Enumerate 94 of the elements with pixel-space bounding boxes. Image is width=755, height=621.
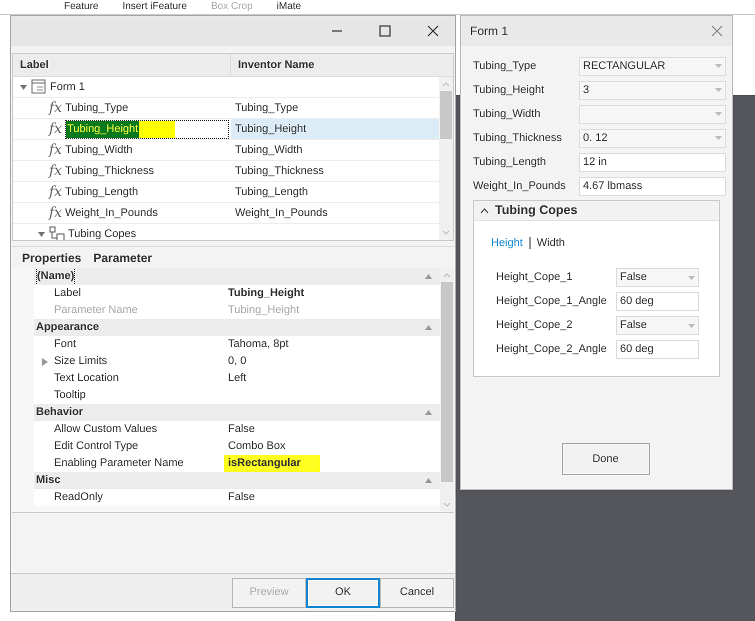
column-header[interactable]: Label [13, 54, 231, 76]
field-label: Height_Cope_2 [496, 318, 574, 334]
scroll-up-icon [443, 272, 451, 278]
property-name: Label [54, 286, 81, 302]
property-name: Edit Control Type [54, 439, 138, 454]
category-header[interactable]: Behavior [36, 404, 84, 421]
input-field[interactable]: 60 deg [616, 292, 699, 311]
close-icon [427, 25, 439, 37]
field-label: Tubing_Height [473, 82, 546, 98]
field-label: Tubing_Width [473, 106, 542, 122]
ribbon-button[interactable]: iMate [276, 2, 302, 12]
property-value[interactable]: False [228, 489, 255, 506]
dropdown[interactable]: False [616, 316, 699, 335]
dropdown-caret-icon [688, 324, 695, 328]
label-input[interactable]: Tubing_Height [65, 120, 229, 138]
function-icon: fx [49, 185, 62, 199]
tree-item[interactable]: Tubing_Width [65, 142, 133, 158]
table-cell-text: Tubing_Width [234, 142, 304, 158]
tab[interactable]: Width [536, 235, 565, 252]
property-value[interactable]: False [228, 421, 255, 438]
table-cell: Tubing_Height [231, 119, 439, 139]
dropdown-caret-icon [715, 88, 722, 92]
tree-item[interactable]: Tubing_Length [65, 184, 138, 200]
function-icon: fx [49, 101, 62, 115]
property-name: Size Limits [54, 354, 108, 370]
tab[interactable]: Height [491, 235, 523, 252]
function-icon: fx [49, 122, 62, 136]
tree-item[interactable]: Tubing Copes [68, 226, 136, 240]
property-value[interactable]: Tubing_Height [228, 285, 304, 302]
table-cell-text: Tubing_Type [234, 100, 300, 116]
category-header[interactable]: Misc [36, 472, 60, 489]
scroll-up-icon [442, 81, 450, 87]
dropdown-caret-icon [715, 64, 722, 68]
ribbon-button[interactable]: Insert iFeature [122, 2, 187, 12]
field-label: Height_Cope_1 [496, 270, 574, 286]
input-field[interactable]: 12 in [579, 152, 726, 172]
scroll-down-icon [443, 502, 451, 508]
field-label: Tubing_Type [473, 58, 538, 74]
input-field[interactable]: 60 deg [616, 340, 699, 359]
property-value[interactable]: Combo Box [228, 438, 286, 455]
dropdown-caret-icon [715, 136, 722, 140]
panel-title: Properties [22, 250, 82, 266]
table-cell-text: Weight_In_Pounds [234, 206, 329, 221]
collapse-icon [425, 478, 432, 483]
scroll-down-icon [442, 230, 450, 236]
property-name: ReadOnly [54, 490, 103, 506]
input-field[interactable]: 4.67 lbmass [579, 176, 726, 196]
tree-item[interactable]: Weight_In_Pounds [65, 204, 158, 222]
dropdown[interactable]: 3 [579, 80, 726, 100]
field-label: Tubing_Thickness [473, 130, 563, 146]
done-button[interactable]: Done [562, 443, 650, 475]
tree-item[interactable]: Tubing_Type [65, 100, 128, 116]
dialog-button[interactable]: Cancel [380, 578, 454, 608]
property-name: Parameter Name [54, 303, 138, 318]
field-label: Height_Cope_1_Angle [496, 294, 608, 310]
column-header[interactable]: Inventor Name [231, 54, 453, 76]
property-name: Font [54, 337, 76, 352]
ribbon-button[interactable]: Feature [64, 2, 98, 12]
property-value[interactable]: Tahoma, 8pt [228, 336, 289, 353]
function-icon: fx [49, 206, 62, 220]
tree-item[interactable]: Form 1 [50, 78, 85, 96]
category-header[interactable]: Appearance [36, 319, 99, 336]
dropdown[interactable]: RECTANGULAR [579, 56, 726, 76]
property-value[interactable]: Left [228, 370, 246, 387]
function-icon: fx [49, 143, 62, 157]
close-icon [711, 25, 723, 37]
table-cell-text: Tubing_Length [234, 184, 309, 200]
dropdown[interactable]: False [616, 268, 699, 287]
field-label: Height_Cope_2_Angle [496, 342, 608, 358]
property-name: Allow Custom Values [54, 422, 158, 438]
collapse-icon [425, 410, 432, 415]
scrollbar[interactable] [440, 268, 454, 512]
property-name: Enabling Parameter Name [54, 456, 184, 472]
table-cell-text: Tubing_Thickness [234, 164, 325, 179]
function-icon: fx [49, 164, 62, 178]
property-name: Text Location [54, 371, 119, 386]
dropdown-caret-icon [715, 112, 722, 116]
collapse-icon [425, 274, 432, 279]
dropdown[interactable]: 0. 12 [579, 128, 726, 148]
property-value[interactable]: 0, 0 [228, 353, 246, 370]
field-label: Weight_In_Pounds [473, 178, 567, 194]
form-icon [31, 79, 47, 95]
scrollbar[interactable] [439, 77, 453, 240]
dropdown-caret-icon [688, 276, 695, 280]
dialog-button[interactable]: OK [306, 578, 380, 608]
dropdown[interactable] [579, 104, 726, 124]
panel-title: Parameter [93, 250, 152, 266]
collapse-icon [425, 325, 432, 330]
tree-item[interactable]: Tubing_Thickness [65, 162, 154, 180]
maximize-icon [379, 25, 391, 37]
property-name: Tooltip [54, 388, 86, 404]
field-label: Tubing_Length [473, 154, 547, 170]
group-icon [49, 226, 65, 240]
window-title: Form 1 [470, 23, 508, 40]
